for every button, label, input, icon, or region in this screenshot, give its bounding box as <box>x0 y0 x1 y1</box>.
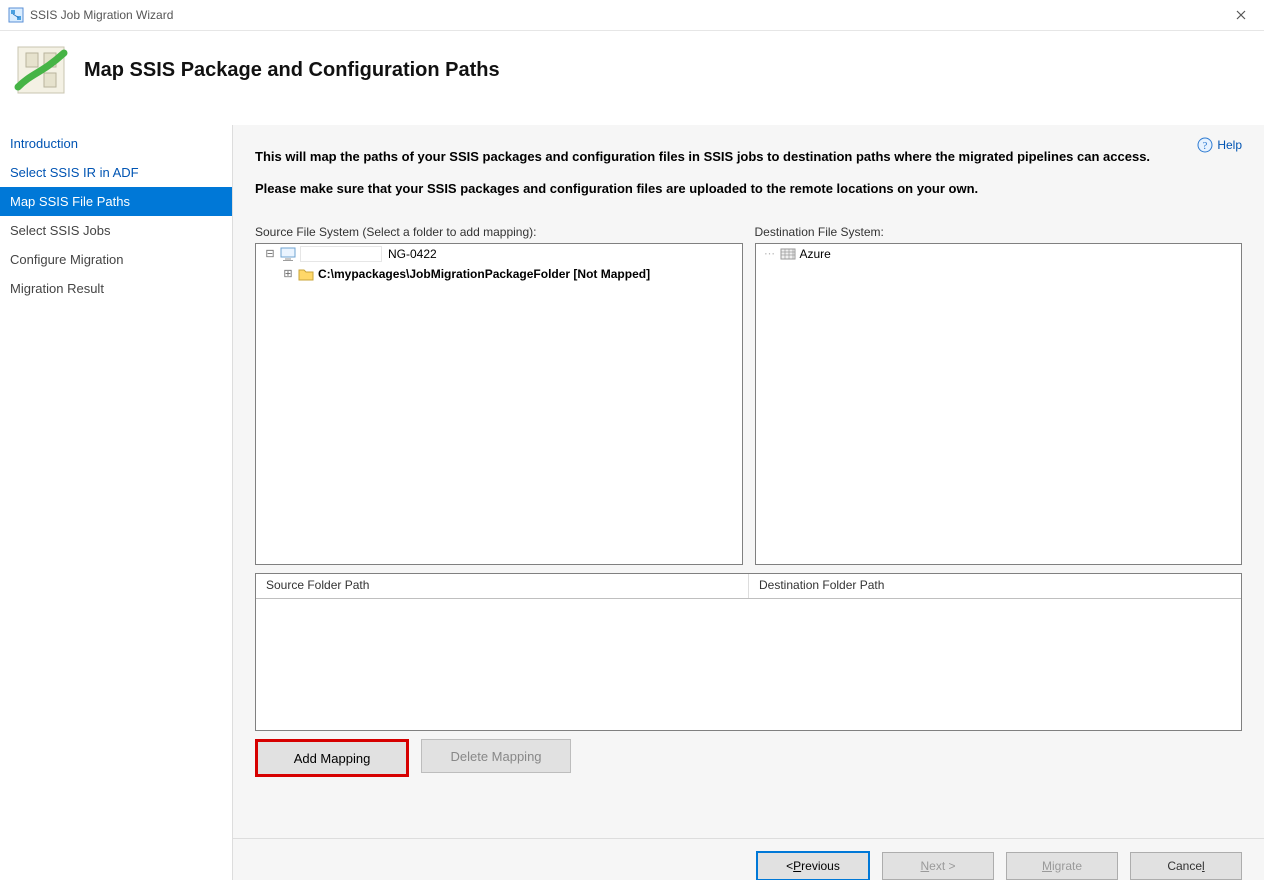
add-mapping-button[interactable]: Add Mapping <box>255 739 409 777</box>
source-tree-child[interactable]: ⊞ C:\mypackages\JobMigrationPackageFolde… <box>256 264 742 284</box>
wizard-body: Introduction Select SSIS IR in ADF Map S… <box>0 125 1264 880</box>
page-title: Map SSIS Package and Configuration Paths <box>84 59 500 82</box>
source-tree-root[interactable]: ⊟ NG-0422 <box>256 244 742 264</box>
destination-file-system-panel: Destination File System: ⋯ Azure <box>755 225 1243 565</box>
redacted-hostname <box>300 246 382 262</box>
mapping-buttons: Add Mapping Delete Mapping <box>255 739 1242 777</box>
source-file-system-panel: Source File System (Select a folder to a… <box>255 225 743 565</box>
tree-expand-icon[interactable]: ⊞ <box>280 266 296 282</box>
mapping-col-destination: Destination Folder Path <box>749 574 1241 598</box>
close-button[interactable] <box>1226 3 1256 27</box>
wizard-header: Map SSIS Package and Configuration Paths <box>0 31 1264 125</box>
destination-tree[interactable]: ⋯ Azure <box>755 243 1243 565</box>
tree-leaf-icon: ⋯ <box>762 246 778 262</box>
delete-mapping-button: Delete Mapping <box>421 739 571 773</box>
migrate-button: Migrate <box>1006 852 1118 880</box>
description-text: This will map the paths of your SSIS pac… <box>255 147 1242 211</box>
sidebar-item-map-file-paths[interactable]: Map SSIS File Paths <box>0 187 232 216</box>
wizard-content: ? Help This will map the paths of your S… <box>233 125 1264 880</box>
wizard-sidebar: Introduction Select SSIS IR in ADF Map S… <box>0 125 233 880</box>
app-icon <box>8 7 24 23</box>
source-tree[interactable]: ⊟ NG-0422 ⊞ C:\mypackag <box>255 243 743 565</box>
destination-tree-root[interactable]: ⋯ Azure <box>756 244 1242 264</box>
mapping-table[interactable]: Source Folder Path Destination Folder Pa… <box>255 573 1242 731</box>
destination-panel-label: Destination File System: <box>755 225 1243 239</box>
previous-button[interactable]: < Previous <box>756 851 870 880</box>
sidebar-item-select-ssis-ir[interactable]: Select SSIS IR in ADF <box>0 158 232 187</box>
tree-collapse-icon[interactable]: ⊟ <box>262 246 278 262</box>
sidebar-item-migration-result[interactable]: Migration Result <box>0 274 232 303</box>
wizard-footer: < Previous Next > Migrate Cancel <box>233 838 1264 880</box>
title-bar: SSIS Job Migration Wizard <box>0 0 1264 31</box>
sidebar-item-label: Configure Migration <box>10 252 123 267</box>
computer-icon <box>280 246 296 262</box>
help-link[interactable]: ? Help <box>1197 137 1242 153</box>
sidebar-item-label: Select SSIS Jobs <box>10 223 110 238</box>
wizard-icon <box>14 43 68 97</box>
sidebar-item-configure-migration[interactable]: Configure Migration <box>0 245 232 274</box>
mapping-col-source: Source Folder Path <box>256 574 749 598</box>
mapping-table-header: Source Folder Path Destination Folder Pa… <box>256 574 1241 599</box>
sidebar-item-label: Migration Result <box>10 281 104 296</box>
help-icon: ? <box>1197 137 1213 153</box>
source-panel-label: Source File System (Select a folder to a… <box>255 225 743 239</box>
sidebar-item-introduction[interactable]: Introduction <box>0 129 232 158</box>
svg-text:?: ? <box>1203 140 1208 152</box>
source-root-label: NG-0422 <box>386 244 439 264</box>
azure-icon <box>780 246 796 262</box>
next-button: Next > <box>882 852 994 880</box>
cancel-button[interactable]: Cancel <box>1130 852 1242 880</box>
sidebar-item-label: Select SSIS IR in ADF <box>10 165 139 180</box>
help-label: Help <box>1217 138 1242 152</box>
destination-root-label: Azure <box>798 244 833 264</box>
sidebar-item-label: Introduction <box>10 136 78 151</box>
sidebar-item-label: Map SSIS File Paths <box>10 194 130 209</box>
source-child-label: C:\mypackages\JobMigrationPackageFolder … <box>316 264 652 284</box>
folder-icon <box>298 266 314 282</box>
sidebar-item-select-ssis-jobs[interactable]: Select SSIS Jobs <box>0 216 232 245</box>
window-title: SSIS Job Migration Wizard <box>30 8 1226 22</box>
